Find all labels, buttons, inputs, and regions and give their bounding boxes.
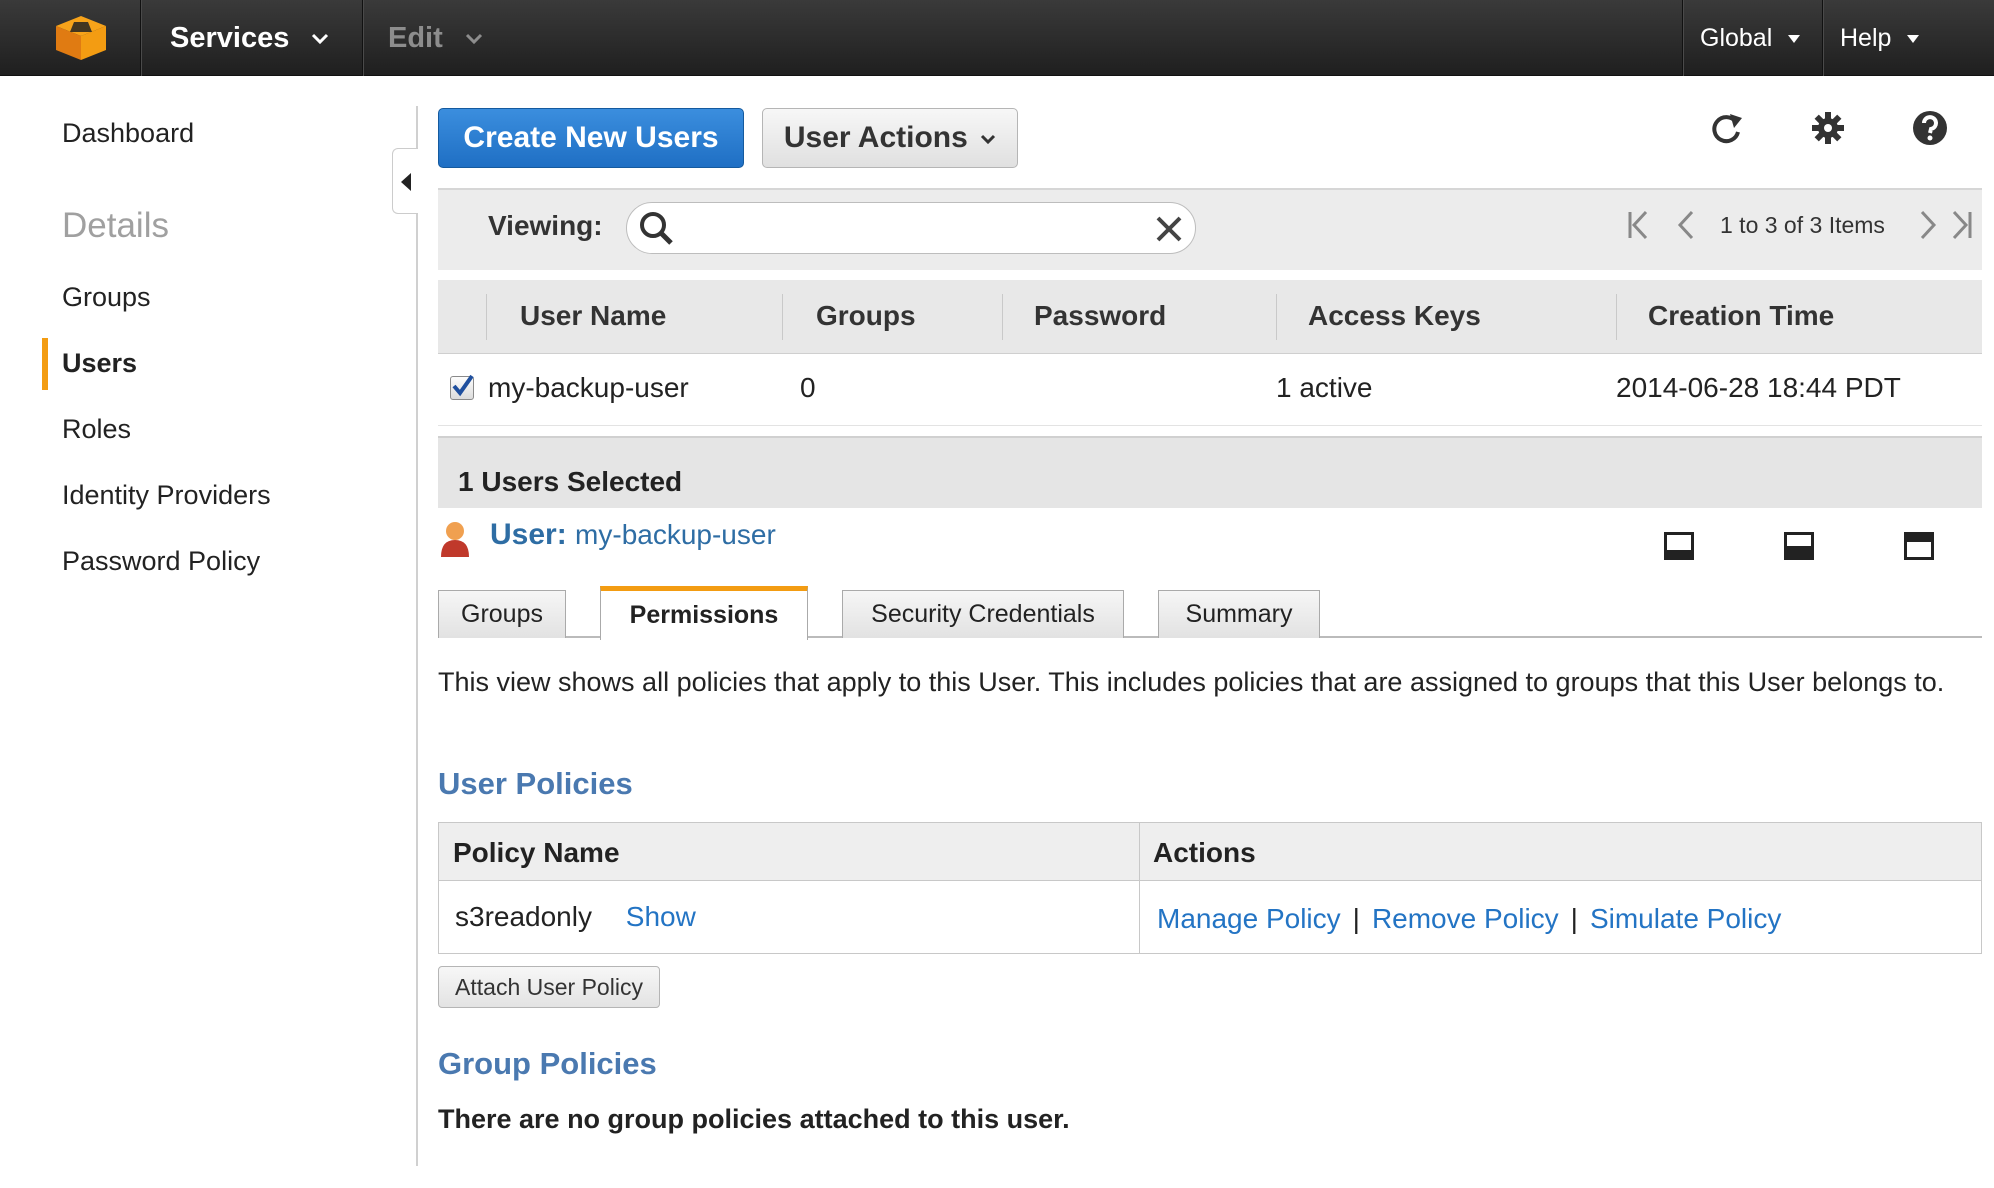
column-header-policy-name: Policy Name [453, 837, 620, 868]
policy-name: s3readonly [455, 901, 592, 932]
aws-cube-logo-icon[interactable] [54, 14, 108, 62]
search-box[interactable] [626, 202, 1196, 254]
chevron-down-icon [312, 34, 329, 45]
first-page-icon[interactable] [1624, 208, 1654, 242]
tab-summary[interactable]: Summary [1158, 590, 1320, 638]
column-header-password[interactable]: Password [1034, 300, 1166, 332]
users-table-header: User Name Groups Password Access Keys Cr… [438, 280, 1982, 354]
sidebar: Dashboard Details Groups Users Roles Ide… [0, 76, 417, 1188]
simulate-policy-link[interactable]: Simulate Policy [1590, 903, 1781, 934]
cell-groups: 0 [800, 372, 816, 403]
topbar-divider [362, 0, 363, 76]
sidebar-heading-details: Details [62, 206, 169, 245]
previous-page-icon[interactable] [1672, 208, 1702, 242]
column-divider [1002, 294, 1003, 340]
column-header-groups[interactable]: Groups [816, 300, 916, 332]
pane-bottom-icon[interactable] [1664, 532, 1694, 560]
user-policies-table: Policy Name Actions s3readonly Show Mana… [438, 822, 1982, 954]
help-icon[interactable] [1910, 108, 1950, 148]
column-header-access-keys[interactable]: Access Keys [1308, 300, 1481, 332]
topbar-divider [140, 0, 141, 76]
gear-icon[interactable] [1808, 108, 1848, 148]
selection-summary-bar: 1 Users Selected [438, 436, 1982, 508]
refresh-icon[interactable] [1706, 108, 1746, 148]
policy-name-cell: s3readonly Show [455, 901, 696, 933]
sidebar-item-dashboard[interactable]: Dashboard [62, 118, 194, 149]
viewing-label: Viewing: [488, 210, 603, 241]
tab-groups[interactable]: Groups [438, 590, 566, 638]
link-separator: | [1570, 903, 1578, 934]
column-header-creation-time[interactable]: Creation Time [1648, 300, 1834, 332]
next-page-icon[interactable] [1912, 208, 1942, 242]
region-menu[interactable]: Global [1700, 18, 1801, 58]
selection-summary: 1 Users Selected [458, 466, 683, 497]
sidebar-item-password-policy[interactable]: Password Policy [62, 546, 260, 577]
pane-top-icon[interactable] [1904, 532, 1934, 560]
chevron-down-icon [981, 135, 996, 145]
checkmark-icon [452, 374, 474, 397]
table-row[interactable]: my-backup-user 0 1 active 2014-06-28 18:… [438, 354, 1982, 426]
column-divider [1139, 823, 1140, 953]
sidebar-divider [416, 106, 418, 1166]
pane-split-icon[interactable] [1784, 532, 1814, 560]
topbar-divider [1822, 0, 1823, 76]
sidebar-item-roles[interactable]: Roles [62, 414, 131, 445]
cell-user-name: my-backup-user [488, 372, 689, 403]
services-menu-label: Services [170, 22, 290, 54]
user-avatar-icon [441, 522, 469, 557]
active-item-marker [42, 338, 48, 390]
pagination-text: 1 to 3 of 3 Items [1720, 212, 1885, 238]
help-menu[interactable]: Help [1840, 18, 1920, 58]
group-policies-empty-message: There are no group policies attached to … [438, 1104, 1070, 1134]
user-policies-heading: User Policies [438, 766, 633, 801]
column-divider [782, 294, 783, 340]
edit-menu[interactable]: Edit [388, 18, 483, 58]
column-divider [486, 294, 487, 340]
cell-creation-time: 2014-06-28 18:44 PDT [1616, 372, 1901, 403]
user-actions-button[interactable]: User Actions [762, 108, 1018, 168]
sidebar-item-identity-providers[interactable]: Identity Providers [62, 480, 271, 511]
attach-user-policy-button[interactable]: Attach User Policy [438, 966, 660, 1008]
cell-access-keys: 1 active [1276, 372, 1373, 403]
collapse-sidebar-button[interactable] [392, 148, 418, 214]
group-policies-heading: Group Policies [438, 1046, 657, 1081]
show-policy-link[interactable]: Show [626, 901, 696, 932]
link-separator: | [1352, 903, 1360, 934]
create-new-users-button[interactable]: Create New Users [438, 108, 744, 168]
help-menu-label: Help [1840, 24, 1892, 52]
column-header-actions: Actions [1153, 837, 1256, 868]
sidebar-item-users[interactable]: Users [62, 348, 137, 379]
user-actions-label: User Actions [783, 121, 968, 154]
chevron-down-icon [465, 34, 482, 45]
user-name-link[interactable]: my-backup-user [575, 519, 776, 550]
top-nav-bar: Services Edit Global Help [0, 0, 1994, 76]
user-label-prefix: User: [490, 518, 567, 551]
caret-down-icon [1788, 35, 1801, 44]
caret-down-icon [1907, 35, 1920, 44]
tab-permissions[interactable]: Permissions [600, 586, 808, 640]
clear-search-icon[interactable] [1155, 215, 1183, 243]
policy-actions-cell: Manage Policy | Remove Policy | Simulate Pol… [1157, 903, 1781, 935]
column-divider [1276, 294, 1277, 340]
region-menu-label: Global [1700, 24, 1773, 52]
user-label: User: my-backup-user [490, 518, 776, 552]
manage-policy-link[interactable]: Manage Policy [1157, 903, 1341, 934]
filter-bar: Viewing: 1 to 3 of 3 Items [438, 188, 1982, 270]
sidebar-item-groups[interactable]: Groups [62, 282, 151, 313]
last-page-icon[interactable] [1946, 208, 1976, 242]
topbar-divider [1682, 0, 1683, 76]
search-icon [640, 212, 673, 245]
column-header-user-name[interactable]: User Name [520, 300, 666, 332]
remove-policy-link[interactable]: Remove Policy [1372, 903, 1559, 934]
edit-menu-label: Edit [388, 22, 443, 54]
row-checkbox[interactable] [450, 374, 474, 400]
column-divider [1616, 294, 1617, 340]
services-menu[interactable]: Services [170, 18, 329, 58]
permissions-description: This view shows all policies that apply … [438, 667, 1945, 697]
tab-security-credentials[interactable]: Security Credentials [842, 590, 1124, 638]
